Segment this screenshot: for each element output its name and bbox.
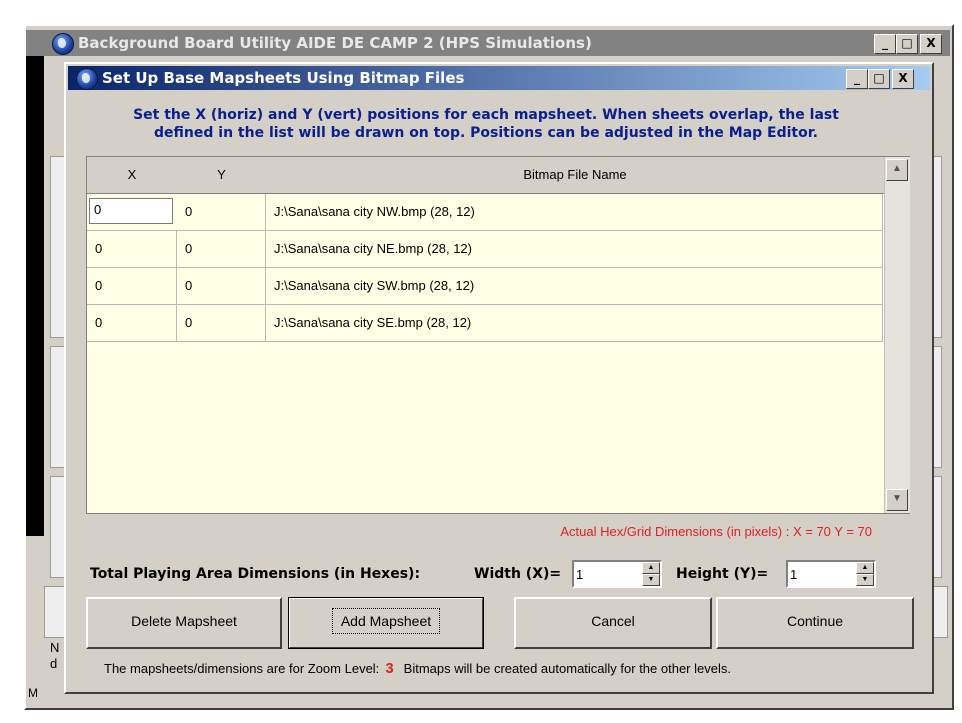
actual-dimensions-label: Actual Hex/Grid Dimensions (in pixels) :… bbox=[560, 524, 872, 539]
file-cell[interactable]: J:\Sana\sana city NE.bmp (28, 12) bbox=[266, 231, 883, 267]
add-mapsheet-label: Add Mapsheet bbox=[331, 608, 441, 634]
outer-left-panel bbox=[44, 56, 68, 696]
continue-label: Continue bbox=[786, 613, 844, 629]
table-row[interactable]: 0 0 J:\Sana\sana city SW.bmp (28, 12) bbox=[87, 268, 883, 305]
table-row[interactable]: 0 0 J:\Sana\sana city NE.bmp (28, 12) bbox=[87, 231, 883, 268]
table-row[interactable]: 0 0 J:\Sana\sana city NW.bmp (28, 12) bbox=[87, 194, 883, 231]
outer-window-title: Background Board Utility AIDE DE CAMP 2 … bbox=[78, 34, 592, 52]
total-dimensions-label: Total Playing Area Dimensions (in Hexes)… bbox=[90, 566, 421, 582]
height-label: Height (Y)= bbox=[676, 566, 769, 582]
zoom-level-note: The mapsheets/dimensions are for Zoom Le… bbox=[104, 660, 731, 677]
outer-partial-bottom-text: M bbox=[28, 686, 38, 700]
outer-letter-d: d bbox=[50, 656, 58, 671]
mapsheet-grid[interactable]: X Y Bitmap File Name 0 0 J:\Sana\sana ci… bbox=[86, 156, 910, 514]
dialog-minimize-button[interactable]: _ bbox=[846, 69, 868, 89]
delete-mapsheet-button[interactable]: Delete Mapsheet bbox=[86, 597, 282, 649]
zoom-note-prefix: The mapsheets/dimensions are for Zoom Le… bbox=[104, 661, 380, 676]
spin-down-icon[interactable]: ▼ bbox=[856, 574, 874, 586]
file-cell[interactable]: J:\Sana\sana city SE.bmp (28, 12) bbox=[266, 305, 883, 341]
instructions-line-2: defined in the list will be drawn on top… bbox=[154, 125, 818, 141]
x-cell[interactable]: 0 bbox=[87, 268, 177, 304]
outer-title-bar: Background Board Utility AIDE DE CAMP 2 … bbox=[26, 30, 950, 56]
table-row[interactable]: 0 0 J:\Sana\sana city SE.bmp (28, 12) bbox=[87, 305, 883, 342]
width-label: Width (X)= bbox=[474, 566, 562, 582]
spin-up-icon[interactable]: ▲ bbox=[856, 562, 874, 574]
outer-minimize-button[interactable]: _ bbox=[874, 34, 896, 54]
scroll-up-icon[interactable]: ▲ bbox=[886, 159, 908, 181]
y-cell[interactable]: 0 bbox=[177, 194, 266, 230]
continue-button[interactable]: Continue bbox=[716, 597, 914, 649]
x-cell[interactable]: 0 bbox=[87, 305, 177, 341]
spin-down-icon[interactable]: ▼ bbox=[642, 574, 660, 586]
add-mapsheet-button[interactable]: Add Mapsheet bbox=[288, 597, 484, 649]
outer-maximize-button[interactable]: □ bbox=[896, 34, 918, 54]
cancel-label: Cancel bbox=[591, 613, 635, 629]
height-input[interactable] bbox=[790, 564, 838, 584]
dialog-maximize-button[interactable]: □ bbox=[868, 69, 890, 89]
zoom-level-value: 3 bbox=[385, 660, 394, 677]
y-cell[interactable]: 0 bbox=[177, 268, 266, 304]
outer-partial-text: N d bbox=[50, 640, 64, 672]
dialog-title: Set Up Base Mapsheets Using Bitmap Files bbox=[102, 69, 465, 87]
x-cell[interactable]: 0 bbox=[87, 231, 177, 267]
height-spinner[interactable]: ▲ ▼ bbox=[786, 560, 876, 588]
column-header-y[interactable]: Y bbox=[177, 157, 267, 194]
dialog-close-button[interactable]: X bbox=[892, 69, 914, 89]
outer-letter-n: N bbox=[50, 640, 60, 655]
spin-up-icon[interactable]: ▲ bbox=[642, 562, 660, 574]
zoom-note-suffix: Bitmaps will be created automatically fo… bbox=[403, 661, 731, 676]
y-cell[interactable]: 0 bbox=[177, 305, 266, 341]
y-cell[interactable]: 0 bbox=[177, 231, 266, 267]
globe-icon bbox=[76, 68, 98, 90]
outer-dark-panel bbox=[26, 56, 44, 536]
delete-mapsheet-label: Delete Mapsheet bbox=[131, 613, 237, 629]
globe-icon bbox=[52, 33, 74, 55]
instructions: Set the X (horiz) and Y (vert) positions… bbox=[86, 106, 886, 142]
grid-scrollbar[interactable]: ▲ ▼ bbox=[884, 157, 910, 513]
width-input[interactable] bbox=[576, 564, 624, 584]
scroll-down-icon[interactable]: ▼ bbox=[886, 489, 908, 511]
cancel-button[interactable]: Cancel bbox=[514, 597, 712, 649]
column-header-file[interactable]: Bitmap File Name bbox=[266, 157, 885, 194]
outer-close-button[interactable]: X bbox=[920, 34, 942, 54]
x-cell-editor[interactable]: 0 bbox=[89, 198, 173, 224]
instructions-line-1: Set the X (horiz) and Y (vert) positions… bbox=[133, 107, 839, 123]
file-cell[interactable]: J:\Sana\sana city SW.bmp (28, 12) bbox=[266, 268, 883, 304]
column-header-x[interactable]: X bbox=[87, 157, 178, 194]
file-cell[interactable]: J:\Sana\sana city NW.bmp (28, 12) bbox=[266, 194, 883, 230]
width-spinner[interactable]: ▲ ▼ bbox=[572, 560, 662, 588]
dialog-title-bar: Set Up Base Mapsheets Using Bitmap Files… bbox=[68, 66, 930, 90]
